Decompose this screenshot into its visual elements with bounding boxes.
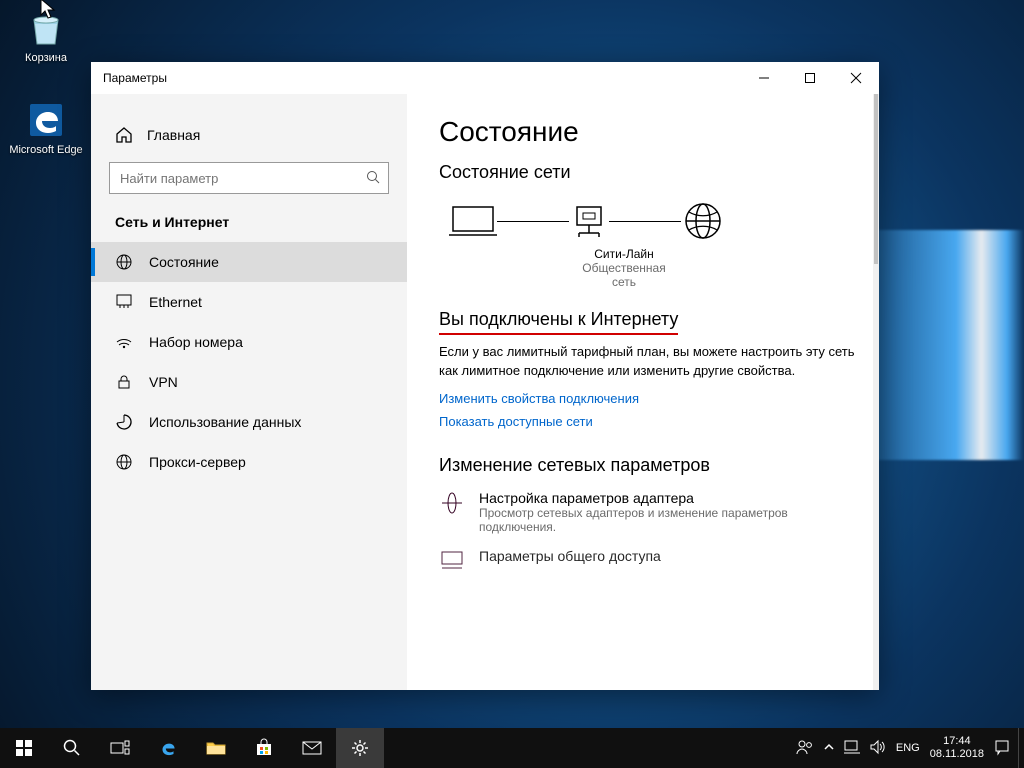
connected-body: Если у вас лимитный тарифный план, вы мо… — [439, 343, 859, 381]
option-title: Параметры общего доступа — [479, 548, 661, 564]
sidebar-section-title: Сеть и Интернет — [91, 212, 407, 242]
tray-date: 08.11.2018 — [930, 748, 984, 761]
taskbar-app-explorer[interactable] — [192, 728, 240, 768]
sidebar-item-label: Состояние — [149, 254, 219, 270]
vpn-icon — [115, 373, 133, 391]
edge-icon — [157, 737, 179, 759]
desktop-icon-label: Корзина — [25, 52, 67, 64]
tray-language[interactable]: ENG — [896, 742, 920, 754]
option-title: Настройка параметров адаптера — [479, 490, 839, 506]
sidebar-item-vpn[interactable]: VPN — [91, 362, 407, 402]
ethernet-icon — [115, 293, 133, 311]
sidebar-item-dialup[interactable]: Набор номера — [91, 322, 407, 362]
close-button[interactable] — [833, 62, 879, 94]
window-title: Параметры — [103, 71, 167, 85]
windows-icon — [16, 740, 32, 756]
desktop-wallpaper-flare — [854, 230, 1024, 460]
show-desktop-button[interactable] — [1018, 728, 1024, 768]
sidebar-item-status[interactable]: Состояние — [91, 242, 407, 282]
sharing-icon — [439, 548, 465, 577]
taskbar-app-edge[interactable] — [144, 728, 192, 768]
sidebar: Главная Сеть и Интернет Состояние Eth — [91, 94, 407, 690]
tray-time: 17:44 — [930, 735, 984, 748]
taskbar-taskview[interactable] — [96, 728, 144, 768]
search-input[interactable] — [118, 170, 366, 187]
dialup-icon — [115, 333, 133, 351]
folder-icon — [206, 740, 226, 756]
taskbar-search[interactable] — [48, 728, 96, 768]
sidebar-item-ethernet[interactable]: Ethernet — [91, 282, 407, 322]
desktop-icon-label: Microsoft Edge — [9, 144, 82, 156]
taskbar-app-settings[interactable] — [336, 728, 384, 768]
edge-icon — [26, 100, 66, 140]
taskview-icon — [110, 740, 130, 756]
tray-clock[interactable]: 17:44 08.11.2018 — [930, 735, 984, 760]
sidebar-item-datausage[interactable]: Использование данных — [91, 402, 407, 442]
sidebar-item-label: Прокси-сервер — [149, 454, 246, 470]
sidebar-home[interactable]: Главная — [91, 120, 407, 158]
search-icon — [366, 170, 380, 187]
sidebar-item-label: Набор номера — [149, 334, 243, 350]
store-icon — [255, 739, 273, 757]
page-title: Состояние — [439, 116, 863, 148]
sidebar-item-label: Использование данных — [149, 414, 301, 430]
network-type: Общественная сеть — [569, 261, 679, 289]
start-button[interactable] — [0, 728, 48, 768]
search-box[interactable] — [109, 162, 389, 194]
network-name: Сити-Лайн — [569, 247, 679, 261]
tray-notifications-icon[interactable] — [994, 739, 1010, 758]
taskbar-app-mail[interactable] — [288, 728, 336, 768]
section-change-network-settings: Изменение сетевых параметров — [439, 455, 863, 476]
sidebar-home-label: Главная — [147, 127, 200, 143]
mail-icon — [302, 741, 322, 755]
link-show-available-networks[interactable]: Показать доступные сети — [439, 414, 863, 429]
gear-icon — [351, 739, 369, 757]
minimize-button[interactable] — [741, 62, 787, 94]
option-sharing-settings[interactable]: Параметры общего доступа — [439, 548, 863, 577]
taskbar-app-store[interactable] — [240, 728, 288, 768]
maximize-button[interactable] — [787, 62, 833, 94]
taskbar: ENG 17:44 08.11.2018 — [0, 728, 1024, 768]
option-subtitle: Просмотр сетевых адаптеров и изменение п… — [479, 506, 839, 534]
proxy-icon — [115, 453, 133, 471]
status-icon — [115, 253, 133, 271]
tray-volume-icon[interactable] — [870, 740, 886, 757]
system-tray: ENG 17:44 08.11.2018 — [792, 735, 1018, 760]
home-icon — [115, 126, 133, 144]
connected-heading: Вы подключены к Интернету — [439, 309, 863, 335]
tray-chevron-up-icon[interactable] — [824, 742, 834, 755]
section-network-status: Состояние сети — [439, 162, 863, 183]
desktop-icon-edge[interactable]: Microsoft Edge — [8, 100, 84, 156]
network-diagram — [449, 199, 863, 243]
pc-icon — [449, 201, 497, 241]
globe-icon — [681, 199, 725, 243]
search-icon — [63, 739, 81, 757]
link-change-connection-properties[interactable]: Изменить свойства подключения — [439, 391, 863, 406]
router-icon — [569, 201, 609, 241]
content-pane: Состояние Состояние сети — [407, 94, 879, 690]
sidebar-item-label: Ethernet — [149, 294, 202, 310]
tray-people-icon[interactable] — [796, 738, 814, 759]
settings-window: Параметры Главная Сет — [91, 62, 879, 690]
titlebar[interactable]: Параметры — [91, 62, 879, 94]
adapter-icon — [439, 490, 465, 519]
mouse-cursor — [40, 0, 58, 26]
tray-network-icon[interactable] — [844, 740, 860, 757]
option-adapter-settings[interactable]: Настройка параметров адаптера Просмотр с… — [439, 490, 863, 534]
sidebar-item-proxy[interactable]: Прокси-сервер — [91, 442, 407, 482]
data-usage-icon — [115, 413, 133, 431]
sidebar-item-label: VPN — [149, 374, 178, 390]
